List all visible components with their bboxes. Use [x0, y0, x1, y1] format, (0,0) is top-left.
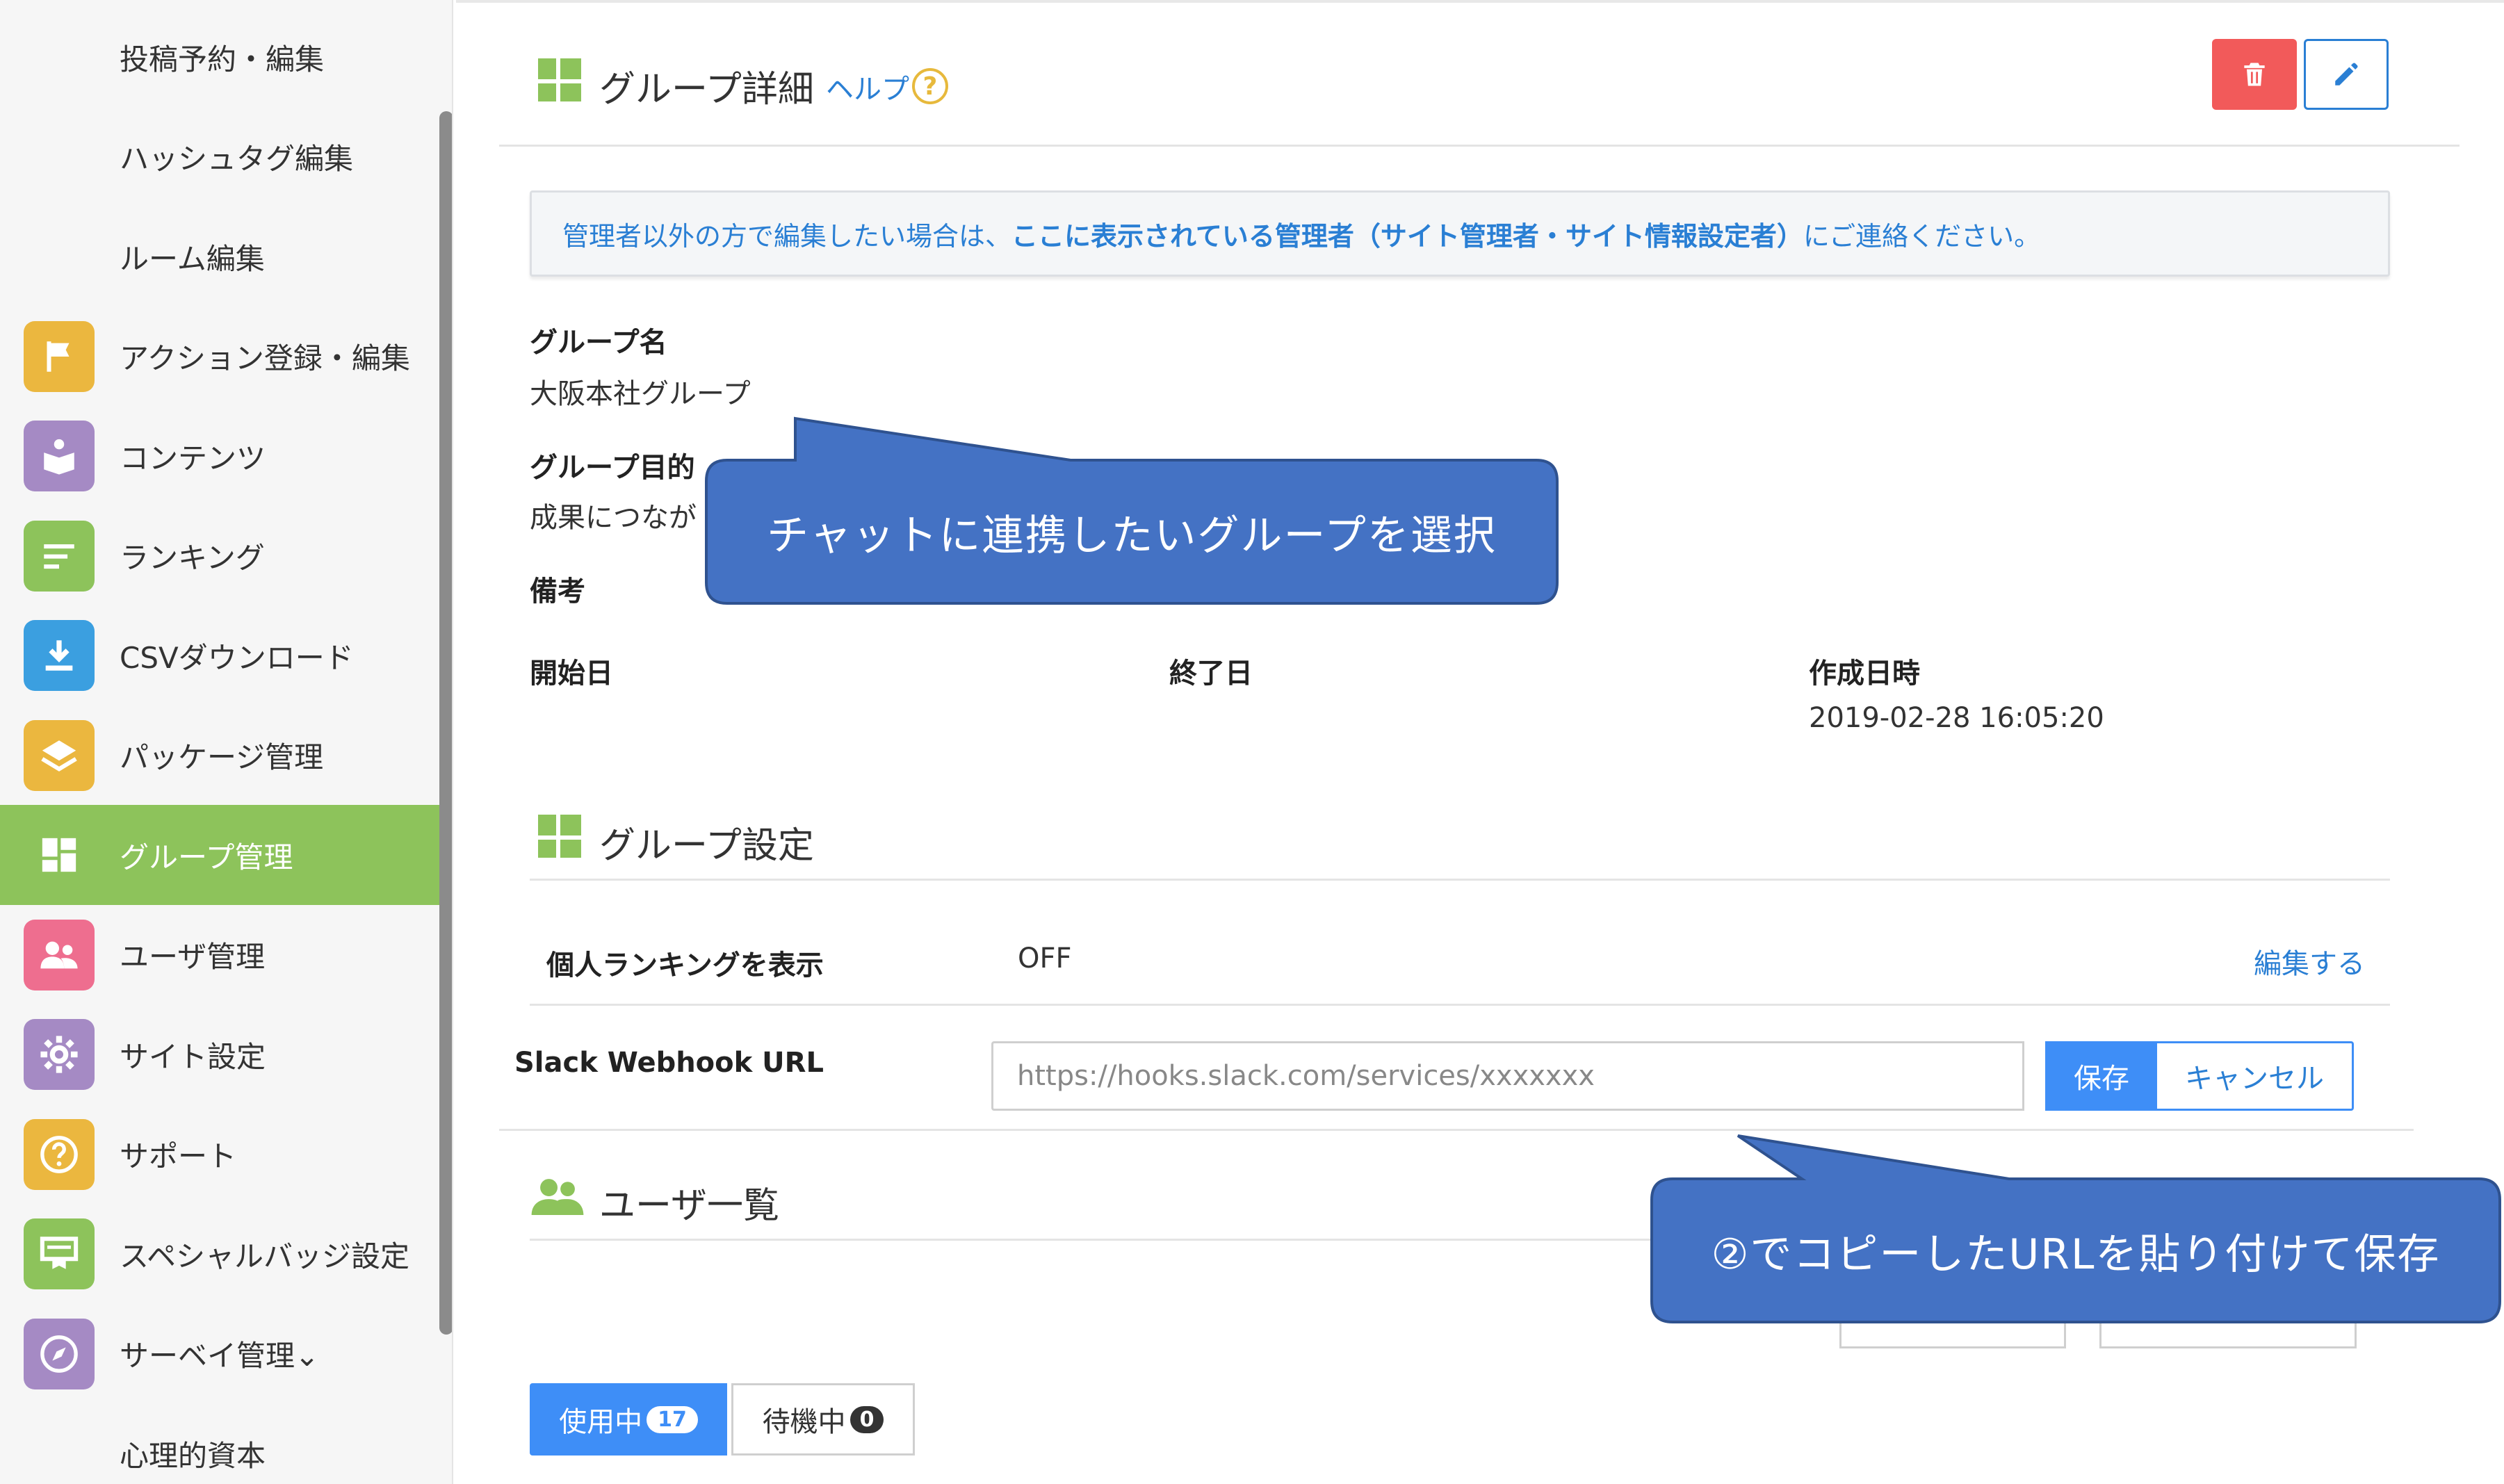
- badge-icon: [24, 1218, 95, 1289]
- edit-ranking-link[interactable]: 編集する: [2254, 941, 2365, 981]
- group-settings-title: グループ設定: [599, 825, 814, 867]
- webhook-url-input[interactable]: https://hooks.slack.com/services/xxxxxxx: [991, 1041, 2024, 1111]
- sidebar-item[interactable]: アクション登録・編集: [0, 307, 439, 407]
- group-name-value: 大阪本社グループ: [530, 378, 751, 410]
- sidebar-item-label: 心理的資本: [120, 1438, 266, 1473]
- sidebar-item[interactable]: ランキング: [0, 506, 439, 606]
- sidebar-item[interactable]: パッケージ管理: [0, 706, 439, 806]
- gear-icon: [24, 1019, 95, 1090]
- notice-admin-link[interactable]: ここに表示されている管理者（サイト管理者・サイト情報設定者）: [1011, 215, 1803, 253]
- sidebar-item[interactable]: CSVダウンロード: [0, 605, 439, 706]
- sidebar-item[interactable]: サイト設定: [0, 1004, 439, 1104]
- sidebar-item-label: CSVダウンロード: [120, 640, 354, 675]
- group-detail-title: グループ詳細: [599, 69, 814, 111]
- grid-icon: [538, 815, 581, 858]
- sidebar-item-label: サポート: [120, 1139, 237, 1173]
- start-date-label: 開始日: [530, 658, 613, 690]
- users-icon: [531, 1177, 584, 1218]
- layers-icon: [24, 719, 95, 791]
- sidebar-scrollbar[interactable]: [439, 111, 452, 1335]
- tab-waiting-users[interactable]: 待機中 0: [731, 1383, 915, 1456]
- ranking-setting-label: 個人ランキングを表示: [546, 949, 824, 981]
- sidebar-item[interactable]: ハッシュタグ編集: [0, 107, 439, 207]
- tab-waiting-label: 待機中: [762, 1406, 846, 1438]
- trash-icon: [2244, 63, 2265, 86]
- grid-icon: [538, 58, 581, 101]
- admin-notice: 管理者以外の方で編集したい場合は、 ここに表示されている管理者（サイト管理者・サイ…: [530, 190, 2390, 277]
- webhook-label: Slack Webhook URL: [514, 1047, 824, 1079]
- help-circle-icon[interactable]: ?: [912, 68, 948, 104]
- sidebar-item-label: グループ管理: [120, 840, 293, 874]
- sidebar-item[interactable]: サーベイ管理⌄: [0, 1304, 439, 1404]
- callout-paste-url: ②でコピーしたURLを貼り付けて保存: [1711, 1230, 2441, 1279]
- download-icon: [24, 620, 95, 691]
- flag-icon: [24, 320, 95, 392]
- remarks-label: 備考: [530, 576, 585, 608]
- group-purpose-label: グループ目的: [530, 452, 695, 484]
- notice-suffix: にご連絡ください。: [1803, 220, 2041, 252]
- sidebar-item-label: パッケージ管理: [120, 740, 324, 774]
- tab-active-label: 使用中: [559, 1406, 643, 1438]
- sidebar-item-label: ユーザ管理: [120, 940, 266, 974]
- list-icon: [24, 520, 95, 592]
- tab-active-users[interactable]: 使用中 17: [530, 1383, 727, 1456]
- sidebar-item[interactable]: 投稿予約・編集: [0, 7, 439, 107]
- ranking-setting-value: OFF: [1018, 943, 1072, 975]
- active-count-badge: 17: [647, 1405, 698, 1433]
- divider: [499, 145, 2460, 147]
- sidebar-item-label: 投稿予約・編集: [120, 42, 325, 76]
- sidebar: 投稿予約・編集 ハッシュタグ編集 ルーム編集アクション登録・編集 コンテンツランキング…: [0, 0, 453, 1484]
- edit-button[interactable]: [2304, 39, 2389, 110]
- sidebar-item[interactable]: ルーム編集: [0, 206, 439, 307]
- help-link[interactable]: ヘルプ: [826, 67, 909, 107]
- sidebar-item[interactable]: グループ管理: [0, 805, 439, 905]
- delete-button[interactable]: [2212, 39, 2297, 110]
- grid-icon: [24, 820, 95, 890]
- sidebar-item[interactable]: スペシャルバッジ設定: [0, 1204, 439, 1304]
- group-purpose-value: 成果につなが: [530, 502, 697, 534]
- group-name-label: グループ名: [530, 327, 667, 359]
- sidebar-item-label: サーベイ管理⌄: [120, 1339, 320, 1373]
- users-icon: [24, 919, 95, 990]
- help-icon: [24, 1118, 95, 1190]
- sidebar-item[interactable]: 心理的資本: [0, 1403, 439, 1484]
- sidebar-item-label: ハッシュタグ編集: [120, 142, 354, 176]
- sidebar-item-label: ランキング: [120, 541, 265, 575]
- sidebar-item-label: スペシャルバッジ設定: [120, 1239, 410, 1273]
- sidebar-item-label: サイト設定: [120, 1039, 266, 1074]
- sidebar-item[interactable]: サポート: [0, 1104, 439, 1205]
- sidebar-item[interactable]: コンテンツ: [0, 406, 439, 506]
- created-at-value: 2019-02-28 16:05:20: [1809, 702, 2104, 734]
- sidebar-item-label: コンテンツ: [120, 441, 266, 475]
- sidebar-item-label: アクション登録・編集: [120, 341, 410, 375]
- divider: [530, 1004, 2390, 1006]
- divider: [499, 1129, 2414, 1131]
- pencil-icon: [2335, 63, 2358, 85]
- book-icon: [24, 421, 95, 491]
- user-list-title: ユーザ一覧: [599, 1185, 779, 1227]
- waiting-count-badge: 0: [849, 1405, 884, 1433]
- callout-select-group: チャットに連携したいグループを選択: [767, 511, 1497, 560]
- compass-icon: [24, 1318, 95, 1389]
- end-date-label: 終了日: [1169, 658, 1253, 690]
- sidebar-item-label: ルーム編集: [120, 241, 265, 276]
- created-at-label: 作成日時: [1809, 658, 1920, 690]
- divider: [530, 879, 2390, 881]
- cancel-button[interactable]: キャンセル: [2155, 1041, 2354, 1111]
- sidebar-item[interactable]: ユーザ管理: [0, 905, 439, 1005]
- save-button[interactable]: 保存: [2045, 1041, 2158, 1111]
- notice-prefix: 管理者以外の方で編集したい場合は、: [562, 220, 1012, 252]
